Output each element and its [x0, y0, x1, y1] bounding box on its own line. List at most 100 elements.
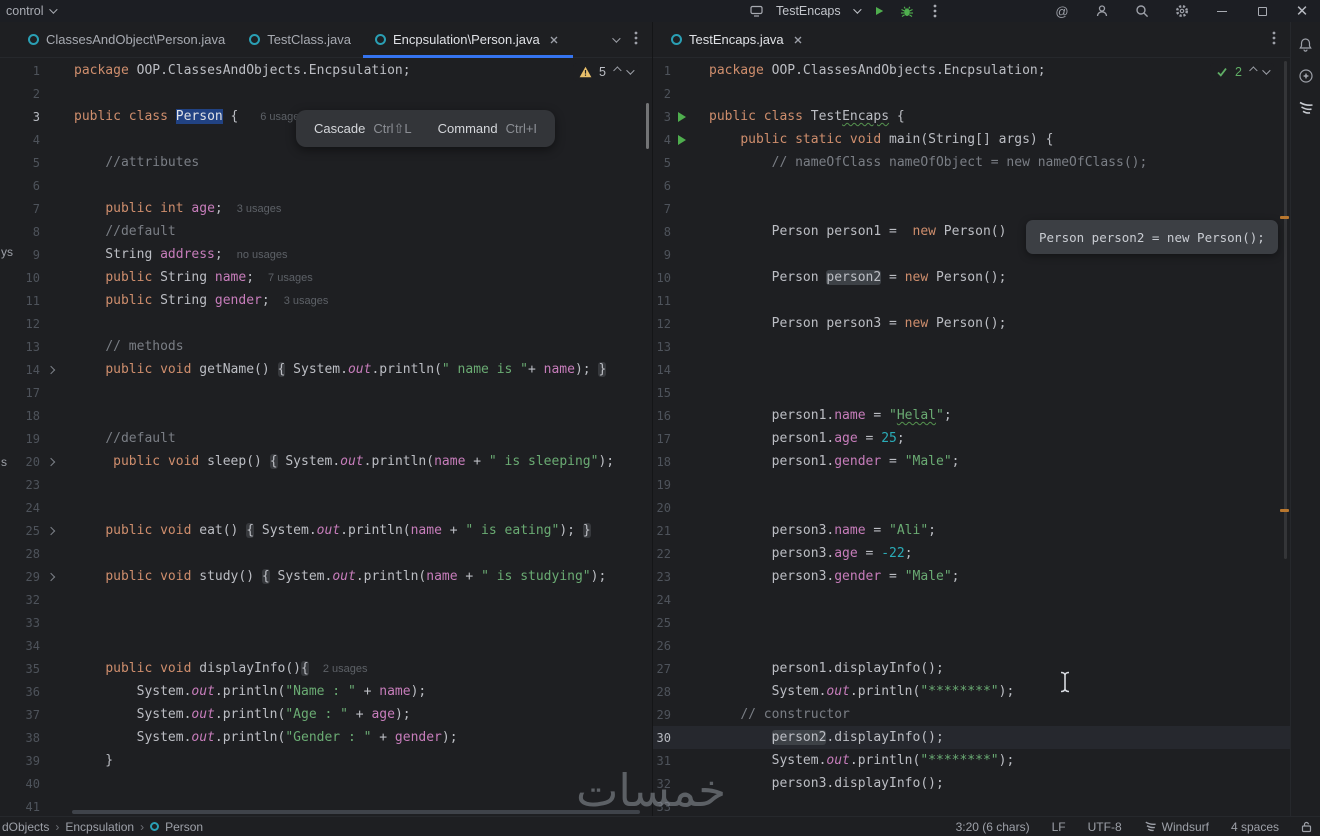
line-ending[interactable]: LF	[1052, 820, 1066, 834]
horizontal-scrollbar[interactable]	[72, 810, 640, 814]
code-line[interactable]: 36 System.out.println("Name : " + name);	[0, 680, 652, 703]
hidden-tabs-chevron-icon[interactable]	[612, 33, 621, 43]
code-line[interactable]: 22 person3.age = -22;	[653, 542, 1290, 565]
run-icon[interactable]	[671, 135, 693, 145]
code-line[interactable]: 4 public static void main(String[] args)…	[653, 128, 1290, 151]
code-line[interactable]: 32	[0, 588, 652, 611]
windsurf-status[interactable]: Windsurf	[1144, 820, 1209, 834]
code-line[interactable]: 37 System.out.println("Age : " + age);	[0, 703, 652, 726]
code-line[interactable]: 24	[0, 496, 652, 519]
tab-classesandobject-person[interactable]: ClassesAndObject\Person.java	[16, 22, 237, 58]
caret-position[interactable]: 3:20 (6 chars)	[956, 820, 1030, 834]
run-icon[interactable]	[671, 112, 693, 122]
tab-options-kebab-icon[interactable]	[1272, 30, 1276, 49]
code-line[interactable]: 26	[653, 634, 1290, 657]
code-line[interactable]: 20	[653, 496, 1290, 519]
code-line[interactable]: 10 public String name; 7 usages	[0, 266, 652, 289]
code-line[interactable]: 27 person1.displayInfo();	[653, 657, 1290, 680]
code-line[interactable]: 32 person3.displayInfo();	[653, 772, 1290, 795]
encoding[interactable]: UTF-8	[1088, 820, 1122, 834]
code-line[interactable]: 14	[653, 358, 1290, 381]
code-line[interactable]: 31 System.out.println("********");	[653, 749, 1290, 772]
code-line[interactable]: 9 String address; no usages	[0, 243, 652, 266]
code-line[interactable]: 38 System.out.println("Gender : " + gend…	[0, 726, 652, 749]
code-line[interactable]: 7 public int age; 3 usages	[0, 197, 652, 220]
code-line[interactable]: 35 public void displayInfo(){2 usages	[0, 657, 652, 680]
code-line[interactable]: 19 //default	[0, 427, 652, 450]
code-line[interactable]: 12	[0, 312, 652, 335]
breadcrumb-item[interactable]: Encpsulation	[65, 820, 134, 834]
prev-problem-icon[interactable]	[613, 66, 622, 75]
search-icon[interactable]	[1134, 3, 1150, 19]
run-button[interactable]	[871, 3, 887, 19]
code-line[interactable]: 15	[653, 381, 1290, 404]
code-line[interactable]: 23 person3.gender = "Male";	[653, 565, 1290, 588]
code-line[interactable]: 6	[653, 174, 1290, 197]
code-line[interactable]: 13	[653, 335, 1290, 358]
code-line[interactable]: 21 person3.name = "Ali";	[653, 519, 1290, 542]
code-line[interactable]: 34	[0, 634, 652, 657]
code-line[interactable]: 2	[0, 82, 652, 105]
code-line[interactable]: 1 package OOP.ClassesAndObjects.Encpsulat…	[653, 59, 1290, 82]
next-problem-icon[interactable]	[626, 66, 635, 75]
fold-arrow-icon[interactable]	[40, 367, 62, 373]
code-line[interactable]: 11	[653, 289, 1290, 312]
inspections-widget-left[interactable]: 5	[573, 63, 638, 81]
run-config-selector[interactable]: TestEncaps	[776, 4, 841, 18]
chevron-down-icon[interactable]	[852, 5, 862, 14]
next-problem-icon[interactable]	[1262, 66, 1271, 75]
editor-left[interactable]: 1 package OOP.ClassesAndObjects.Encpsulat…	[0, 59, 652, 816]
code-line[interactable]: 28	[0, 542, 652, 565]
code-line[interactable]: 14 public void getName() { System.out.pr…	[0, 358, 652, 381]
code-line[interactable]: 39 }	[0, 749, 652, 772]
tab-testclass[interactable]: TestClass.java	[237, 22, 363, 58]
lock-icon[interactable]	[1301, 821, 1312, 833]
code-line[interactable]: 6	[0, 174, 652, 197]
code-line[interactable]: 25	[653, 611, 1290, 634]
code-line[interactable]: 23	[0, 473, 652, 496]
code-line[interactable]: 40	[0, 772, 652, 795]
code-line[interactable]: 1 package OOP.ClassesAndObjects.Encpsulat…	[0, 59, 652, 82]
code-line[interactable]: 18 person1.gender = "Male";	[653, 450, 1290, 473]
code-line[interactable]: 7	[653, 197, 1290, 220]
code-line[interactable]: 17 person1.age = 25;	[653, 427, 1290, 450]
tab-encpsulation-person[interactable]: Encpsulation\Person.java	[363, 22, 573, 58]
ai-chat-icon[interactable]	[1296, 66, 1316, 86]
close-icon[interactable]	[791, 33, 805, 47]
editor-right[interactable]: 1 package OOP.ClassesAndObjects.Encpsulat…	[653, 59, 1290, 816]
fold-arrow-icon[interactable]	[40, 574, 62, 580]
code-line[interactable]: 20 public void sleep() { System.out.prin…	[0, 450, 652, 473]
code-line[interactable]: 17	[0, 381, 652, 404]
breadcrumb-item[interactable]: dObjects	[2, 820, 49, 834]
code-line[interactable]: 5 //attributes	[0, 151, 652, 174]
fold-arrow-icon[interactable]	[40, 528, 62, 534]
tab-testencaps[interactable]: TestEncaps.java	[659, 22, 817, 58]
more-actions-kebab-icon[interactable]	[927, 3, 943, 19]
code-line[interactable]: 10 Person person2 = new Person();	[653, 266, 1290, 289]
analysis-stripe-mark[interactable]	[1280, 509, 1289, 512]
code-line[interactable]: 3 public class TestEncaps {	[653, 105, 1290, 128]
prev-problem-icon[interactable]	[1249, 66, 1258, 75]
command-button[interactable]: Command Ctrl+I	[438, 121, 537, 136]
cascade-button[interactable]: Cascade Ctrl⇧L	[314, 121, 412, 137]
windsurf-icon[interactable]	[1296, 98, 1316, 118]
code-line[interactable]: 29 // constructor	[653, 703, 1290, 726]
code-line[interactable]: 25 public void eat() { System.out.printl…	[0, 519, 652, 542]
code-line[interactable]: 16 person1.name = "Helal";	[653, 404, 1290, 427]
code-line[interactable]: 5 // nameOfClass nameOfObject = new name…	[653, 151, 1290, 174]
profile-icon[interactable]	[1094, 3, 1110, 19]
vcs-widget[interactable]: control	[0, 4, 58, 18]
inspections-widget-right[interactable]: 2	[1210, 63, 1274, 81]
at-mention-icon[interactable]: @	[1054, 3, 1070, 19]
code-line[interactable]: 29 public void study() { System.out.prin…	[0, 565, 652, 588]
code-line[interactable]: 12 Person person3 = new Person();	[653, 312, 1290, 335]
code-line[interactable]: 11 public String gender; 3 usages	[0, 289, 652, 312]
code-line[interactable]: 13 // methods	[0, 335, 652, 358]
code-line[interactable]: 18	[0, 404, 652, 427]
code-line[interactable]: 2	[653, 82, 1290, 105]
minimize-button[interactable]	[1214, 3, 1230, 19]
notifications-bell-icon[interactable]	[1296, 34, 1316, 54]
tab-options-kebab-icon[interactable]	[634, 30, 638, 49]
debug-bug-button[interactable]	[899, 3, 915, 19]
code-line[interactable]: 28 System.out.println("********");	[653, 680, 1290, 703]
